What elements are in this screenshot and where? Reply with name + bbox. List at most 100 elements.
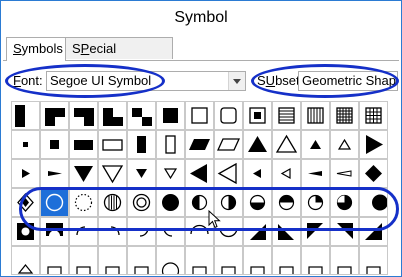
- symbol-cell-circle-all-but-ul-black[interactable]: [330, 188, 359, 217]
- symbol-cell-pointer-right[interactable]: [40, 159, 69, 188]
- symbol-cell-shape-7[interactable]: [214, 246, 243, 275]
- quadrant-ur-ll-icon: [74, 108, 94, 126]
- symbol-cell-triangle-ur-black[interactable]: [330, 217, 359, 246]
- triangle-left-white-icon: [217, 162, 237, 185]
- triangle-ul-black-icon: [307, 223, 323, 239]
- symbol-cell-triangle-up-black[interactable]: [243, 130, 272, 159]
- triangle-lr-half-icon: [365, 223, 382, 240]
- symbol-cell-rect-v-black[interactable]: [127, 130, 156, 159]
- arc-ll-icon: [163, 227, 173, 237]
- symbol-cell-triangle-ul-black[interactable]: [301, 217, 330, 246]
- rect-v-white-icon: [165, 135, 176, 154]
- symbol-cell-quadrant-ul-lr[interactable]: [127, 101, 156, 130]
- symbol-cell-shape-4[interactable]: [127, 246, 156, 275]
- tab-special-characters[interactable]: SPecial Characters: [65, 37, 173, 77]
- symbol-cell-square-h-fill[interactable]: [272, 101, 301, 130]
- symbol-cell-inverse-bullet[interactable]: [11, 217, 40, 246]
- symbol-cell-arc-ur[interactable]: [98, 217, 127, 246]
- symbol-cell-triangle-right-black[interactable]: [359, 130, 388, 159]
- symbol-cell-shape-1[interactable]: [40, 246, 69, 275]
- symbol-cell-circle-lower-half-black[interactable]: [243, 188, 272, 217]
- symbol-cell-diamond-white[interactable]: [11, 188, 40, 217]
- shape-2-icon: [76, 266, 91, 274]
- symbol-cell-triangle-down-small-black[interactable]: [127, 159, 156, 188]
- symbol-cell-square-in-square[interactable]: [243, 101, 272, 130]
- symbol-cell-arc-ll[interactable]: [156, 217, 185, 246]
- symbol-cell-shape-3[interactable]: [98, 246, 127, 275]
- subset-select[interactable]: Geometric Shapes: [298, 71, 398, 91]
- symbol-cell-rect-black[interactable]: [69, 130, 98, 159]
- symbol-cell-diamond-black[interactable]: [359, 159, 388, 188]
- symbol-cell-circle-upper-half-black[interactable]: [272, 188, 301, 217]
- title-bar[interactable]: Symbol: [1, 1, 401, 37]
- symbol-cell-triangle-lr-black[interactable]: [243, 217, 272, 246]
- tab-symbols[interactable]: Symbols: [6, 37, 66, 61]
- circle-all-but-ul-black-icon: [336, 194, 353, 211]
- symbol-cell-pointer-left-black[interactable]: [301, 159, 330, 188]
- triangle-right-black-icon: [366, 135, 383, 154]
- symbol-cell-parallelogram-black[interactable]: [185, 130, 214, 159]
- symbol-cell-pointer-left-white[interactable]: [330, 159, 359, 188]
- symbol-cell-triangle-left-white[interactable]: [214, 159, 243, 188]
- symbol-cell-half-block-left[interactable]: [11, 101, 40, 130]
- symbol-cell-square-black[interactable]: [156, 101, 185, 130]
- parallelogram-white-icon: [216, 138, 241, 151]
- font-select[interactable]: Segoe UI Symbol: [46, 71, 246, 91]
- symbol-cell-shape-6[interactable]: [185, 246, 214, 275]
- symbol-cell-circle-dotted[interactable]: [69, 188, 98, 217]
- quadrant-ul-lr-icon: [132, 108, 152, 126]
- symbol-cell-triangle-ll-black[interactable]: [272, 217, 301, 246]
- symbol-cell-rect-v-white[interactable]: [156, 130, 185, 159]
- subset-label: SUbset:: [257, 73, 304, 88]
- symbol-cell-square-v-fill[interactable]: [301, 101, 330, 130]
- symbol-cell-rect-white[interactable]: [98, 130, 127, 159]
- square-h-fill-icon: [278, 107, 295, 124]
- symbol-cell-square-grid[interactable]: [359, 101, 388, 130]
- symbol-cell-circle-ur-quad-black[interactable]: [301, 188, 330, 217]
- symbol-cell-triangle-lr-half[interactable]: [359, 217, 388, 246]
- symbol-cell-square-white[interactable]: [185, 101, 214, 130]
- symbol-cell-square-cross-hatch[interactable]: [330, 101, 359, 130]
- symbol-cell-triangle-down-black[interactable]: [69, 159, 98, 188]
- symbol-cell-bullseye[interactable]: [127, 188, 156, 217]
- symbol-cell-parallelogram-white[interactable]: [214, 130, 243, 159]
- bullseye-icon: [132, 193, 151, 212]
- square-white-icon: [191, 107, 208, 124]
- shape-6-icon: [192, 266, 207, 274]
- symbol-cell-circle-left-black-partial[interactable]: [359, 188, 388, 217]
- symbol-cell-circle-v-fill[interactable]: [98, 188, 127, 217]
- symbol-cell-triangle-left-black[interactable]: [185, 159, 214, 188]
- symbol-cell-quadrant-l-shape[interactable]: [98, 101, 127, 130]
- symbol-cell-diamond-part[interactable]: [11, 246, 40, 275]
- diamond-part-icon: [17, 264, 34, 274]
- symbol-cell-small-square[interactable]: [11, 130, 40, 159]
- symbol-cell-circle-large[interactable]: [156, 246, 185, 275]
- symbol-cell-square-rounded[interactable]: [214, 101, 243, 130]
- symbol-cell-triangle-up-white[interactable]: [272, 130, 301, 159]
- symbol-cell-triangle-down-small-white[interactable]: [156, 159, 185, 188]
- symbol-cell-shape-9[interactable]: [272, 246, 301, 275]
- symbol-cell-triangle-left-small-black[interactable]: [243, 159, 272, 188]
- symbol-cell-shape-8[interactable]: [243, 246, 272, 275]
- symbol-cell-circle-black[interactable]: [156, 188, 185, 217]
- symbol-cell-arc-ul[interactable]: [69, 217, 98, 246]
- symbol-cell-inverse-circle-upper[interactable]: [40, 217, 69, 246]
- symbol-cell-arc-lr[interactable]: [127, 217, 156, 246]
- symbol-cell-triangle-left-small-white[interactable]: [272, 159, 301, 188]
- symbol-cell-shape-12[interactable]: [359, 246, 388, 275]
- symbol-cell-quadrant-ur-ll[interactable]: [69, 101, 98, 130]
- symbol-cell-quadrant-ul[interactable]: [40, 101, 69, 130]
- symbol-cell-shape-2[interactable]: [69, 246, 98, 275]
- symbol-cell-small-square-black[interactable]: [40, 130, 69, 159]
- circle-left-black-partial-icon: [372, 194, 387, 211]
- symbol-cell-triangle-up-small-black[interactable]: [301, 130, 330, 159]
- symbol-cell-triangle-down-white[interactable]: [98, 159, 127, 188]
- symbol-cell-triangle-right-small[interactable]: [11, 159, 40, 188]
- symbol-cell-shape-11[interactable]: [330, 246, 359, 275]
- symbol-cell-triangle-up-small-white[interactable]: [330, 130, 359, 159]
- half-block-left-icon: [15, 105, 25, 127]
- symbol-cell-circle-white[interactable]: [40, 188, 69, 217]
- chevron-down-icon[interactable]: [228, 72, 245, 90]
- pointer-left-black-icon: [308, 171, 322, 176]
- symbol-cell-shape-10[interactable]: [301, 246, 330, 275]
